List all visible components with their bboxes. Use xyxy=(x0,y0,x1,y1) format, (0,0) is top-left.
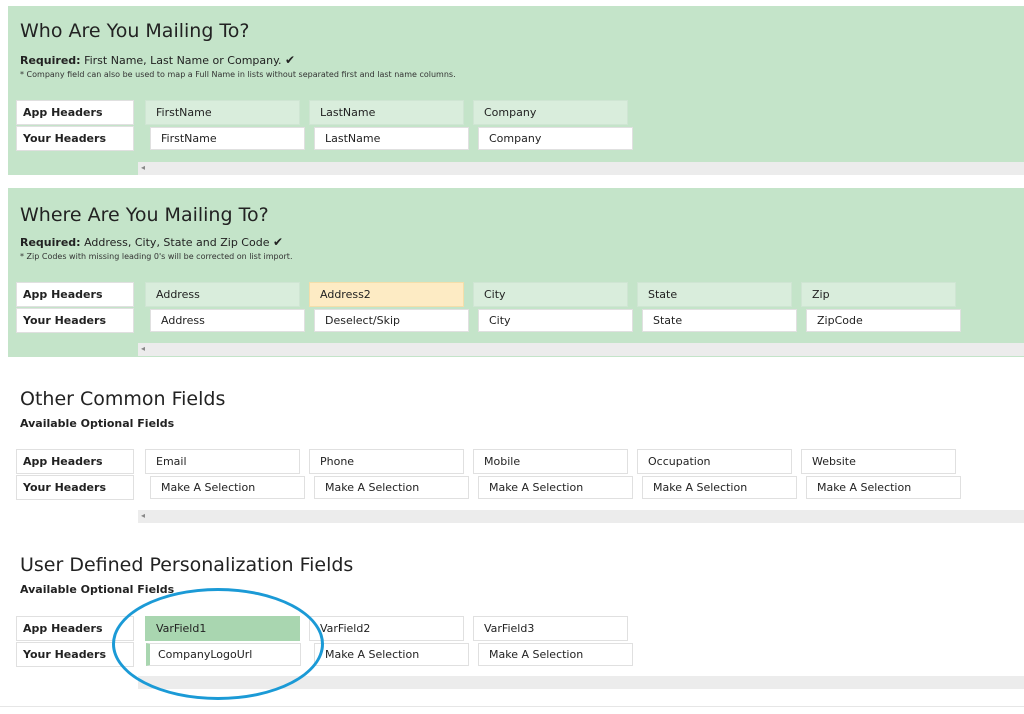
app-header-lastname: LastName xyxy=(309,100,464,125)
your-headers-label: Your Headers xyxy=(16,642,134,667)
app-header-state: State xyxy=(637,282,792,307)
required-label: Required: xyxy=(20,54,81,67)
available-optional-fields-label: Available Optional Fields xyxy=(20,417,175,430)
other-common-fields-title: Other Common Fields xyxy=(20,388,226,410)
available-optional-fields-label: Available Optional Fields xyxy=(20,583,175,596)
app-header-city: City xyxy=(473,282,628,307)
where-mailing-required: Required: Address, City, State and Zip C… xyxy=(20,235,283,249)
your-header-select-address2[interactable]: Deselect/Skip xyxy=(314,309,469,332)
your-header-select-website[interactable]: Make A Selection xyxy=(806,476,961,499)
user-defined-fields-section: User Defined Personalization Fields Avai… xyxy=(8,546,1024,691)
required-label: Required: xyxy=(20,236,81,249)
your-header-select-varfield2[interactable]: Make A Selection xyxy=(314,643,469,666)
your-header-select-varfield1[interactable]: CompanyLogoUrl xyxy=(146,643,301,666)
where-mailing-section: Where Are You Mailing To? Required: Addr… xyxy=(8,188,1024,357)
your-header-select-phone[interactable]: Make A Selection xyxy=(314,476,469,499)
app-header-email: Email xyxy=(145,449,300,474)
app-headers-label: App Headers xyxy=(16,282,134,307)
required-text: Address, City, State and Zip Code xyxy=(84,236,270,249)
who-mailing-title: Who Are You Mailing To? xyxy=(20,20,250,42)
who-mailing-note: * Company field can also be used to map … xyxy=(20,70,456,79)
app-header-occupation: Occupation xyxy=(637,449,792,474)
your-header-select-company[interactable]: Company xyxy=(478,127,633,150)
your-header-select-address[interactable]: Address xyxy=(150,309,305,332)
app-header-mobile: Mobile xyxy=(473,449,628,474)
scroll-left-arrow-icon[interactable]: ◂ xyxy=(141,511,145,520)
checkmark-icon: ✔ xyxy=(285,53,296,67)
your-header-select-occupation[interactable]: Make A Selection xyxy=(642,476,797,499)
required-text: First Name, Last Name or Company. xyxy=(84,54,282,67)
horizontal-scrollbar[interactable]: ◂ xyxy=(138,510,1024,523)
your-header-select-varfield3[interactable]: Make A Selection xyxy=(478,643,633,666)
app-header-company: Company xyxy=(473,100,628,125)
app-header-zip: Zip xyxy=(801,282,956,307)
app-header-varfield2: VarField2 xyxy=(309,616,464,641)
app-header-website: Website xyxy=(801,449,956,474)
user-defined-fields-title: User Defined Personalization Fields xyxy=(20,554,354,576)
app-header-varfield1: VarField1 xyxy=(145,616,300,641)
app-header-address2: Address2 xyxy=(309,282,464,307)
where-mailing-title: Where Are You Mailing To? xyxy=(20,204,269,226)
your-header-select-lastname[interactable]: LastName xyxy=(314,127,469,150)
your-headers-label: Your Headers xyxy=(16,475,134,500)
divider xyxy=(0,706,1024,707)
where-mailing-note: * Zip Codes with missing leading 0's wil… xyxy=(20,252,293,261)
who-mailing-section: Who Are You Mailing To? Required: First … xyxy=(8,6,1024,175)
horizontal-scrollbar[interactable] xyxy=(138,676,1024,689)
app-headers-label: App Headers xyxy=(16,100,134,125)
your-header-select-mobile[interactable]: Make A Selection xyxy=(478,476,633,499)
your-header-select-city[interactable]: City xyxy=(478,309,633,332)
who-mailing-required: Required: First Name, Last Name or Compa… xyxy=(20,53,295,67)
checkmark-icon: ✔ xyxy=(272,235,284,249)
scroll-left-arrow-icon[interactable]: ◂ xyxy=(141,344,145,353)
horizontal-scrollbar[interactable]: ◂ xyxy=(138,343,1024,356)
other-common-fields-section: Other Common Fields Available Optional F… xyxy=(8,380,1024,525)
your-header-select-firstname[interactable]: FirstName xyxy=(150,127,305,150)
your-headers-label: Your Headers xyxy=(16,308,134,333)
app-header-firstname: FirstName xyxy=(145,100,300,125)
your-header-select-state[interactable]: State xyxy=(642,309,797,332)
app-header-varfield3: VarField3 xyxy=(473,616,628,641)
app-headers-label: App Headers xyxy=(16,616,134,641)
horizontal-scrollbar[interactable]: ◂ xyxy=(138,162,1024,175)
your-header-select-email[interactable]: Make A Selection xyxy=(150,476,305,499)
app-header-address: Address xyxy=(145,282,300,307)
app-headers-label: App Headers xyxy=(16,449,134,474)
your-header-select-zip[interactable]: ZipCode xyxy=(806,309,961,332)
scroll-left-arrow-icon[interactable]: ◂ xyxy=(141,163,145,172)
your-headers-label: Your Headers xyxy=(16,126,134,151)
app-header-phone: Phone xyxy=(309,449,464,474)
